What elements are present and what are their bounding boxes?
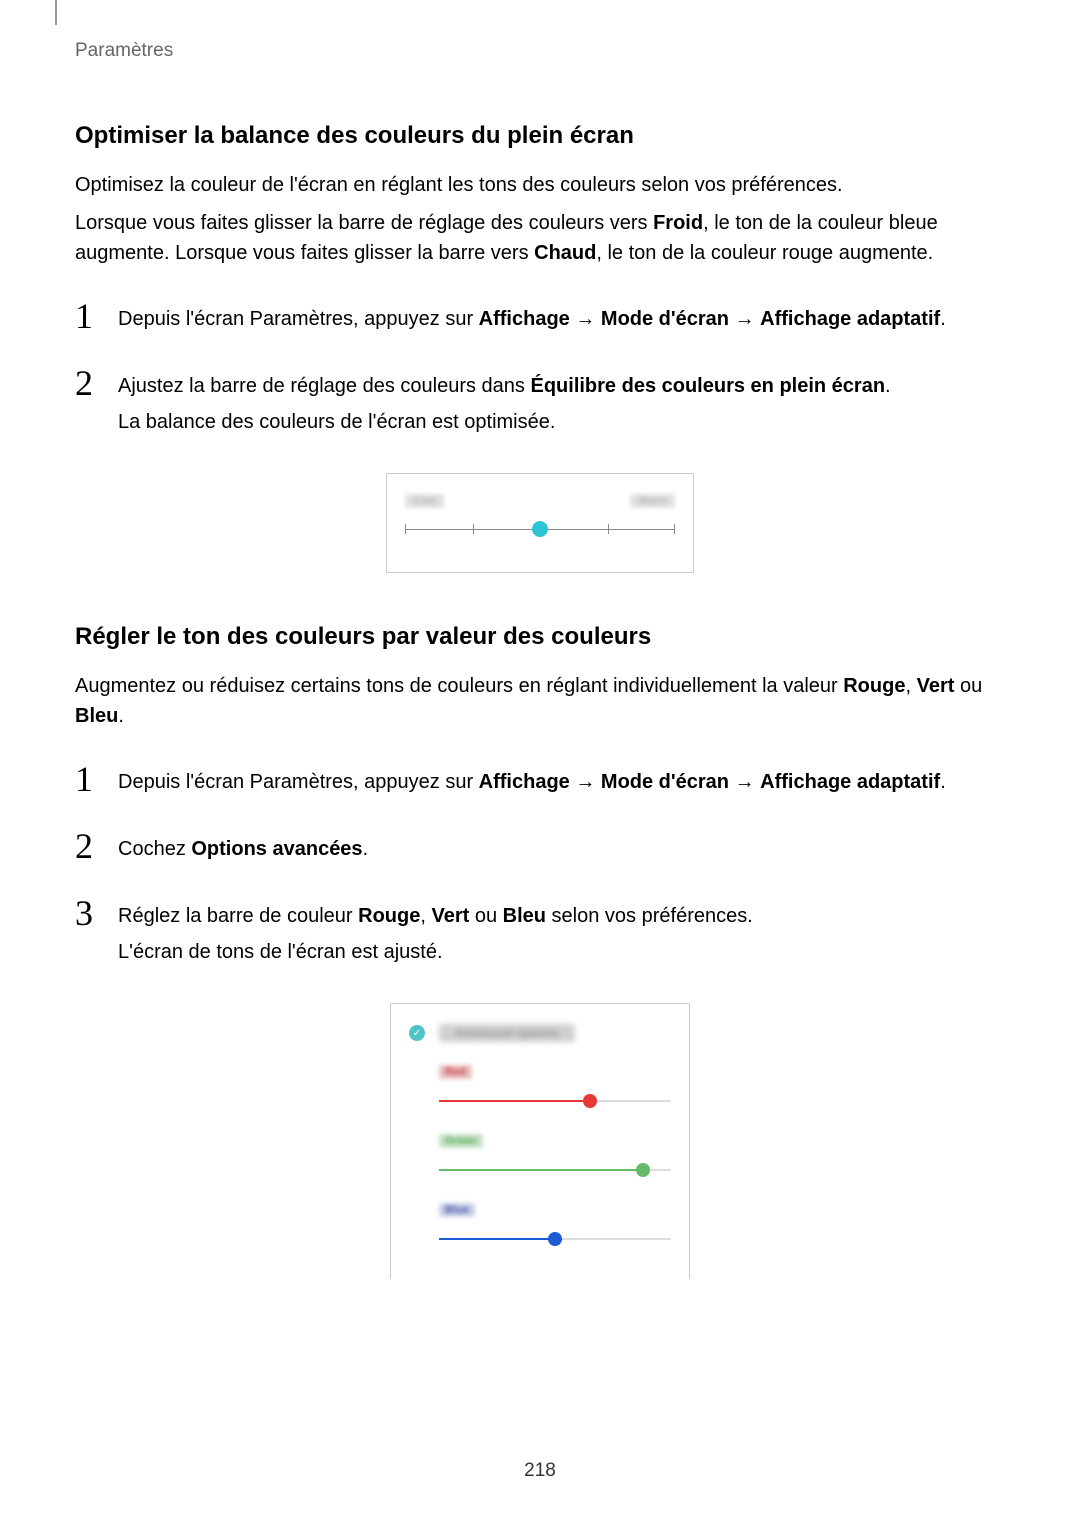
slider-tick — [405, 524, 406, 534]
cool-label: Cool — [405, 494, 444, 508]
bold-mode: Mode d'écran — [601, 771, 729, 793]
bold-vert: Vert — [431, 905, 469, 927]
arrow-icon: → — [729, 771, 760, 793]
text: Depuis l'écran Paramètres, appuyez sur — [118, 771, 479, 793]
section1-para1: Optimisez la couleur de l'écran en régla… — [75, 170, 1005, 200]
green-slider — [439, 1162, 671, 1178]
bold-bleu: Bleu — [75, 705, 118, 727]
bold-options: Options avancées — [191, 838, 362, 860]
warm-label: Warm — [630, 494, 675, 508]
bold-chaud: Chaud — [534, 242, 596, 264]
text: . — [118, 705, 124, 727]
balance-slider — [405, 520, 675, 540]
bold-affichage: Affichage — [479, 771, 570, 793]
gray-line — [555, 1238, 671, 1240]
bold-froid: Froid — [653, 212, 703, 234]
text: . — [885, 375, 891, 397]
blue-slider — [439, 1231, 671, 1247]
red-label: Red — [439, 1065, 472, 1079]
text: Depuis l'écran Paramètres, appuyez sur — [118, 308, 479, 330]
red-slider-block: Red — [439, 1062, 671, 1109]
step-content: Depuis l'écran Paramètres, appuyez sur A… — [118, 298, 946, 340]
step-item: 2 Cochez Options avancées. — [75, 828, 1005, 870]
text: . — [940, 771, 946, 793]
text: , — [420, 905, 431, 927]
gray-line — [590, 1100, 671, 1102]
step-number-2: 2 — [75, 365, 110, 401]
text: , — [905, 675, 916, 697]
section1-title: Optimiser la balance des couleurs du ple… — [75, 122, 1005, 150]
green-handle — [636, 1163, 650, 1177]
blue-label: Blue — [439, 1203, 475, 1217]
text: Lorsque vous faites glisser la barre de … — [75, 212, 653, 234]
section2-steps: 1 Depuis l'écran Paramètres, appuyez sur… — [75, 761, 1005, 973]
text: ou — [469, 905, 502, 927]
slider-tick — [674, 524, 675, 534]
section2-title: Régler le ton des couleurs par valeur de… — [75, 623, 1005, 651]
arrow-icon: → — [729, 308, 760, 330]
step-number-3: 3 — [75, 895, 110, 931]
bold-bleu: Bleu — [503, 905, 546, 927]
color-balance-figure: Cool Warm — [386, 473, 694, 573]
step-number-1: 1 — [75, 761, 110, 797]
text: Augmentez ou réduisez certains tons de c… — [75, 675, 843, 697]
slider-handle — [532, 521, 548, 537]
breadcrumb: Paramètres — [75, 40, 1005, 62]
red-slider — [439, 1093, 671, 1109]
section1-steps: 1 Depuis l'écran Paramètres, appuyez sur… — [75, 298, 1005, 443]
blue-slider-block: Blue — [439, 1200, 671, 1247]
arrow-icon: → — [570, 308, 601, 330]
advanced-options-figure: ✓ Advanced options Red Green — [390, 1003, 690, 1279]
step-item: 2 Ajustez la barre de réglage des couleu… — [75, 365, 1005, 443]
step-number-1: 1 — [75, 298, 110, 334]
bold-adaptatif: Affichage adaptatif — [760, 771, 940, 793]
green-label: Green — [439, 1134, 483, 1148]
text: . — [363, 838, 369, 860]
blue-handle — [548, 1232, 562, 1246]
text: Cochez — [118, 838, 191, 860]
red-line — [439, 1100, 590, 1102]
figure2-header: ✓ Advanced options — [409, 1024, 671, 1042]
green-line — [439, 1169, 643, 1171]
slider-tick — [608, 524, 609, 534]
slider-tick — [473, 524, 474, 534]
bold-affichage: Affichage — [479, 308, 570, 330]
step-content: Réglez la barre de couleur Rouge, Vert o… — [118, 895, 753, 973]
figure1-labels: Cool Warm — [405, 494, 675, 508]
bold-mode: Mode d'écran — [601, 308, 729, 330]
text: ou — [954, 675, 982, 697]
bold-adaptatif: Affichage adaptatif — [760, 308, 940, 330]
bold-rouge: Rouge — [843, 675, 905, 697]
page-content: Paramètres Optimiser la balance des coul… — [0, 0, 1080, 1279]
text: Ajustez la barre de réglage des couleurs… — [118, 375, 530, 397]
text: Réglez la barre de couleur — [118, 905, 358, 927]
blue-line — [439, 1238, 555, 1240]
checkmark-icon: ✓ — [409, 1025, 425, 1041]
advanced-options-label: Advanced options — [439, 1024, 575, 1042]
step-item: 3 Réglez la barre de couleur Rouge, Vert… — [75, 895, 1005, 973]
green-slider-block: Green — [439, 1131, 671, 1178]
bold-vert: Vert — [917, 675, 955, 697]
arrow-icon: → — [570, 771, 601, 793]
step-item: 1 Depuis l'écran Paramètres, appuyez sur… — [75, 761, 1005, 803]
text: . — [940, 308, 946, 330]
bold-rouge: Rouge — [358, 905, 420, 927]
text: , le ton de la couleur rouge augmente. — [596, 242, 933, 264]
bold-equilibre: Équilibre des couleurs en plein écran — [530, 375, 885, 397]
step-number-2: 2 — [75, 828, 110, 864]
page-number: 218 — [0, 1460, 1080, 1482]
step-item: 1 Depuis l'écran Paramètres, appuyez sur… — [75, 298, 1005, 340]
section2-para1: Augmentez ou réduisez certains tons de c… — [75, 671, 1005, 731]
step-content: Ajustez la barre de réglage des couleurs… — [118, 365, 891, 443]
step-content: Cochez Options avancées. — [118, 828, 368, 870]
figure1-container: Cool Warm — [75, 473, 1005, 573]
text: L'écran de tons de l'écran est ajusté. — [118, 937, 753, 967]
figure2-container: ✓ Advanced options Red Green — [75, 1003, 1005, 1279]
step-content: Depuis l'écran Paramètres, appuyez sur A… — [118, 761, 946, 803]
section1-para2: Lorsque vous faites glisser la barre de … — [75, 208, 1005, 268]
text: selon vos préférences. — [546, 905, 753, 927]
red-handle — [583, 1094, 597, 1108]
text: La balance des couleurs de l'écran est o… — [118, 407, 891, 437]
header-accent-line — [55, 0, 57, 25]
